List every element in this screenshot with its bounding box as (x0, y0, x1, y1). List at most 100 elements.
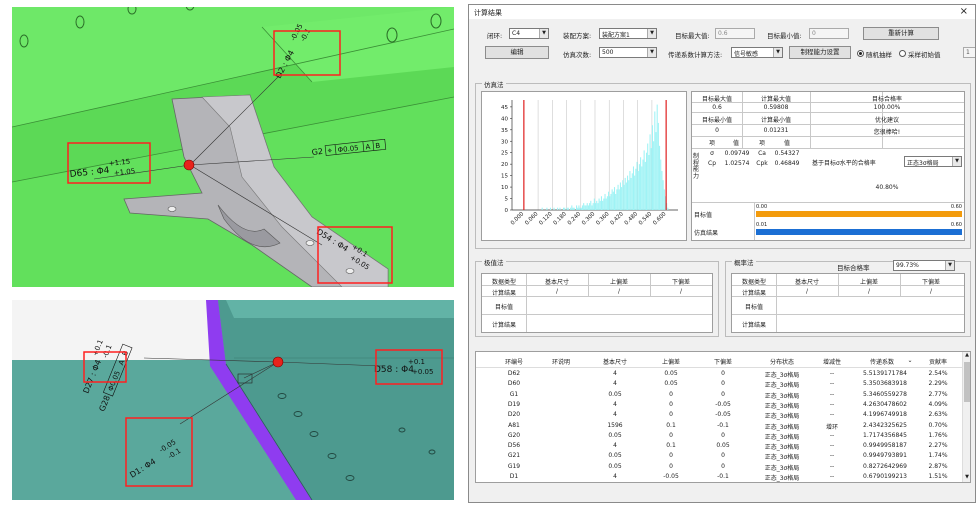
prob-row1-upper: / (867, 288, 871, 295)
x-tick-label: 0.180 (553, 211, 569, 227)
col-distribution[interactable]: 分布状态 (754, 357, 810, 366)
chevron-down-icon[interactable]: ⌄ (906, 357, 914, 364)
cell-base-size: 4 (613, 442, 617, 450)
scroll-thumb[interactable] (964, 362, 970, 402)
col-loop-id[interactable]: 环编号 (494, 357, 534, 366)
coef-method-select[interactable]: 信号敏感 ▼ (731, 47, 783, 58)
table-row[interactable]: D19 4 0 -0.05 正态_3σ格局 -- 4.2630478602 4.09% (476, 400, 964, 410)
scroll-up-icon[interactable]: ▲ (963, 352, 971, 360)
calc-max-value: 0.59808 (763, 104, 789, 111)
cad-scene-top[interactable]: D2 : Φ4 -0.05 -0.1 D65 : Φ4 +1.15 +1.05 … (12, 7, 454, 287)
loop-table-header: 环编号 环说明 基本尺寸 上偏差 下偏差 分布状态 增减性 传递系数 ⌄ 贡献率 (476, 352, 964, 368)
cad-scene-bottom[interactable]: D27 : Φ4 +0.1 -0.1 G28 Φ0.05 A B D58 : Φ… (12, 300, 454, 500)
cell-base-size: 4 (613, 370, 617, 377)
ring-select[interactable]: C4 ▼ (509, 28, 549, 39)
table-row[interactable]: G21 0.05 0 0 正态_3σ格局 -- 0.9949793891 1.74% (476, 451, 964, 461)
cell-increase: -- (829, 473, 835, 480)
cell-lower-dev: 0 (721, 431, 725, 439)
cell-contribution: 2.29% (928, 380, 948, 388)
cell-lower-dev: -0.05 (715, 400, 731, 408)
control-setting-button[interactable]: 制程能力设置 (789, 46, 851, 59)
target-max-label: 目标最大值: (675, 32, 710, 40)
col-lower-dev[interactable]: 下偏差 (700, 357, 746, 366)
table-row[interactable]: G20 0.05 0 0 正态_3σ格局 -- 1.7174356845 1.76% (476, 431, 964, 441)
histogram-bar (629, 171, 631, 210)
histogram-bar (557, 207, 559, 210)
chevron-down-icon: ▼ (539, 29, 548, 38)
random-sampling-radio[interactable] (857, 50, 864, 57)
coef-method-value: 信号敏感 (734, 51, 759, 58)
y-tick-label: 25 (501, 151, 508, 157)
feature-marker[interactable] (272, 356, 284, 368)
col-contribution[interactable]: 贡献率 (918, 357, 958, 366)
sim-count-select[interactable]: 500 ▼ (599, 47, 657, 58)
cp-value: 1.02574 (724, 160, 750, 167)
col-coefficient[interactable]: 传递系数 (854, 357, 910, 366)
dialog-titlebar: 计算结果 × (469, 5, 975, 19)
histogram-bar (651, 125, 653, 210)
edit-button[interactable]: 编辑 (485, 46, 549, 59)
histogram-bar (571, 205, 573, 210)
sigma-label: σ (710, 150, 714, 157)
cell-contribution: 2.27% (928, 442, 948, 450)
x-tick-label: 0.360 (595, 211, 611, 227)
table-row[interactable]: G1 0.05 0 0 正态_3σ格局 -- 5.3460559278 2.77% (476, 390, 964, 400)
histogram-bar (606, 196, 608, 210)
histogram-bar (553, 207, 555, 210)
cell-loop-id: D20 (507, 411, 521, 419)
cell-lower-dev: 0 (721, 462, 725, 470)
cell-loop-id: G21 (507, 452, 521, 460)
plan-select-value: 装配方案1 (602, 32, 630, 39)
histogram-bar (619, 182, 621, 210)
x-tick-label: 0.600 (652, 211, 668, 227)
cell-lower-dev: 0 (721, 390, 725, 398)
cell-distribution: 正态_3σ格局 (764, 413, 800, 421)
x-tick-label: 0.000 (510, 211, 526, 227)
table-row[interactable]: G19 0.05 0 0 正态_3σ格局 -- 0.8272642969 2.87% (476, 462, 964, 472)
sigma-rate-select[interactable]: 正态3σ格局 ▼ (904, 156, 962, 167)
extreme-row1-upper: / (617, 288, 621, 295)
col-loop-desc[interactable]: 环说明 (536, 357, 586, 366)
d58-lower: +0.05 (412, 368, 433, 376)
recalc-button[interactable]: 重新计算 (863, 27, 939, 40)
cell-loop-id: D1 (509, 473, 519, 480)
feature-marker[interactable] (183, 159, 195, 171)
plan-select[interactable]: 装配方案1 ▼ (599, 28, 657, 39)
target-min-input[interactable]: 0 (809, 28, 849, 39)
y-tick-label: 40 (501, 116, 508, 122)
cad-viewport-top[interactable]: D2 : Φ4 -0.05 -0.1 D65 : Φ4 +1.15 +1.05 … (12, 7, 454, 287)
close-icon[interactable]: × (960, 6, 968, 17)
prob-target-rate-select[interactable]: 99.73% ▼ (893, 260, 955, 271)
target-max-input[interactable]: 0.6 (715, 28, 755, 39)
initial-value-radio[interactable] (899, 50, 906, 57)
target-bar-label: 目标值 (694, 212, 713, 219)
table-row[interactable]: D20 4 0 -0.05 正态_3σ格局 -- 4.1996749918 2.63% (476, 410, 964, 420)
loop-table: 环编号 环说明 基本尺寸 上偏差 下偏差 分布状态 增减性 传递系数 ⌄ 贡献率… (475, 351, 971, 483)
x-tick-label: 0.480 (624, 211, 640, 227)
cell-contribution: 1.74% (928, 452, 948, 460)
vertical-scrollbar[interactable]: ▲ ▼ (962, 352, 970, 482)
histogram-bar (580, 207, 582, 210)
sigma-rate-value: 40.80% (875, 184, 899, 191)
table-row[interactable]: D1 4 -0.05 -0.1 正态_3σ格局 -- 0.6790199213 1.51% (476, 472, 964, 482)
table-row[interactable]: D60 4 0.05 0 正态_3σ格局 -- 5.3503683918 2.29% (476, 379, 964, 389)
cad-viewport-bottom[interactable]: D27 : Φ4 +0.1 -0.1 G28 Φ0.05 A B D58 : Φ… (12, 300, 454, 500)
chevron-down-icon: ▼ (647, 48, 656, 57)
col-increase[interactable]: 增减性 (812, 357, 852, 366)
table-row[interactable]: D62 4 0.05 0 正态_3σ格局 -- 5.5139171784 2.54% (476, 369, 964, 379)
col-upper-dev[interactable]: 上偏差 (648, 357, 694, 366)
histogram-bar (634, 175, 636, 210)
cell-loop-id: D56 (507, 442, 521, 450)
table-row[interactable]: A81 1596 0.1 -0.1 正态_3σ格局 增环 2.4342325625 0.70% (476, 421, 964, 431)
cell-coefficient: 0.6790199213 (863, 473, 907, 480)
scroll-down-icon[interactable]: ▼ (963, 474, 971, 482)
table-row[interactable]: D56 4 0.1 0.05 正态_3σ格局 -- 0.9949958187 2.27% (476, 441, 964, 451)
initial-value-input[interactable]: 1 (963, 47, 975, 58)
col-base-size[interactable]: 基本尺寸 (590, 357, 640, 366)
cell-increase: -- (829, 400, 835, 408)
chevron-down-icon: ▼ (945, 261, 954, 270)
target-range-bar (756, 211, 962, 217)
g2x-ref-b: B (375, 142, 381, 150)
x-tick-label: 0.240 (567, 211, 583, 227)
histogram-bar (579, 207, 581, 210)
